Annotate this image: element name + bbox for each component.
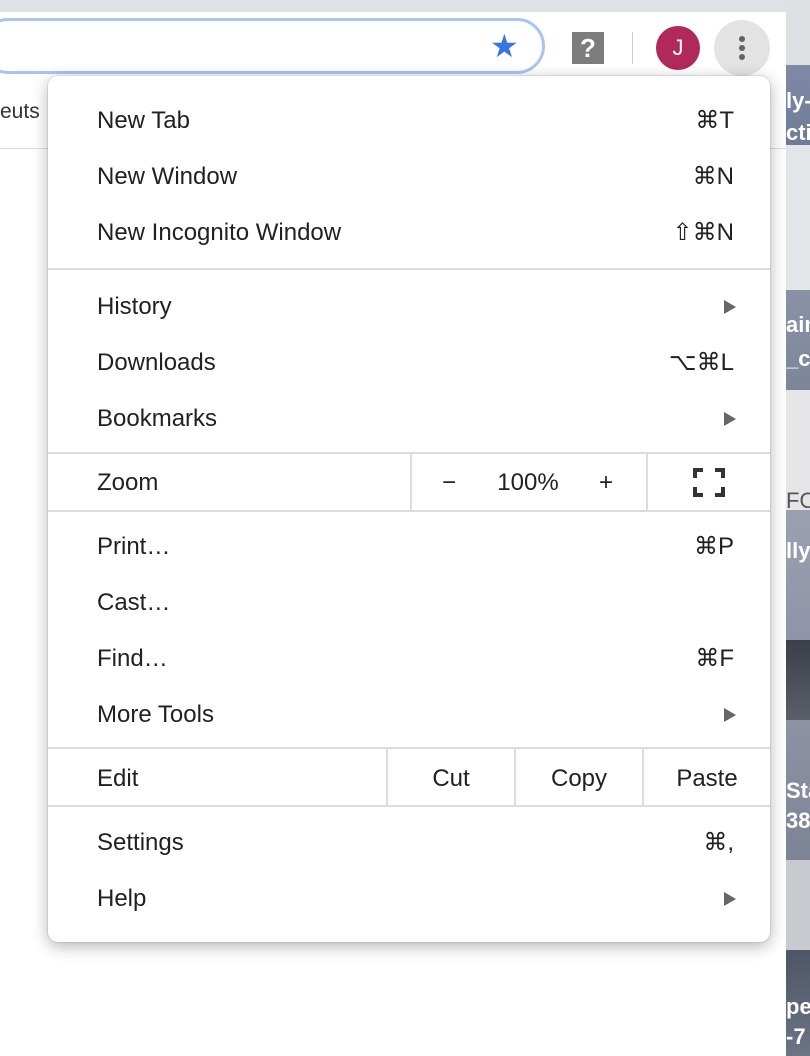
item-label: Downloads <box>97 349 216 376</box>
desktop-label: Sta <box>786 778 810 803</box>
item-label: Find… <box>97 645 168 672</box>
shortcut: ⌘P <box>693 533 734 560</box>
shortcut: ⌘T <box>695 107 734 134</box>
item-label: Bookmarks <box>97 405 218 432</box>
submenu-arrow-icon <box>724 708 736 722</box>
menu-item-new-window[interactable]: New Window ⌘N <box>48 149 770 205</box>
menu-item-settings[interactable]: Settings ⌘, <box>48 815 770 871</box>
menu-item-history[interactable]: History <box>48 279 770 335</box>
profile-avatar[interactable]: J <box>656 26 700 70</box>
menu-item-find[interactable]: Find… ⌘F <box>48 631 770 687</box>
item-label: New Incognito Window <box>97 219 342 246</box>
menu-item-print[interactable]: Print… ⌘P <box>48 519 770 575</box>
shortcut: ⇧⌘N <box>672 219 734 246</box>
divider <box>48 268 770 270</box>
paste-button[interactable]: Paste <box>644 751 770 807</box>
divider <box>48 747 770 749</box>
menu-item-new-tab[interactable]: New Tab ⌘T <box>48 93 770 149</box>
zoom-out-button[interactable]: − <box>428 455 470 511</box>
menu-item-downloads[interactable]: Downloads ⌥⌘L <box>48 335 770 391</box>
help-extension-icon[interactable]: ? <box>572 32 604 64</box>
menu-dot-icon <box>739 36 745 42</box>
menu-item-new-incognito-window[interactable]: New Incognito Window ⇧⌘N <box>48 205 770 261</box>
menu-dot-icon <box>739 45 745 51</box>
desktop-label: pe <box>786 994 810 1019</box>
menu-item-bookmarks[interactable]: Bookmarks <box>48 391 770 447</box>
item-label: Settings <box>97 829 184 856</box>
desktop-label: cti <box>786 120 810 145</box>
desktop-label: FO <box>786 488 810 513</box>
toolbar-divider <box>632 32 633 64</box>
submenu-arrow-icon <box>724 300 736 314</box>
item-label: Print… <box>97 533 171 560</box>
bookmark-star-icon[interactable]: ★ <box>490 30 519 62</box>
desktop-label: ain <box>786 312 810 337</box>
desktop-label: 38 <box>786 808 810 833</box>
cut-button[interactable]: Cut <box>388 751 514 807</box>
shortcut: ⌥⌘L <box>668 349 734 376</box>
submenu-arrow-icon <box>724 412 736 426</box>
item-label: New Tab <box>97 107 190 134</box>
menu-item-more-tools[interactable]: More Tools <box>48 687 770 743</box>
menu-item-cast[interactable]: Cast… <box>48 575 770 631</box>
desktop-label: ly- <box>786 88 810 113</box>
chrome-main-menu: New Tab ⌘T New Window ⌘N New Incognito Win… <box>48 76 770 942</box>
item-label: History <box>97 293 172 320</box>
bookmark-item[interactable]: euts <box>0 100 40 124</box>
address-bar[interactable] <box>0 18 545 74</box>
item-label: Cast… <box>97 589 171 616</box>
shortcut: ⌘F <box>695 645 734 672</box>
item-label: More Tools <box>97 701 214 728</box>
desktop-label: lly <box>786 538 810 563</box>
desktop-label: -7 <box>786 1024 806 1049</box>
edit-label: Edit <box>97 765 139 792</box>
fullscreen-button[interactable] <box>648 454 770 511</box>
shortcut: ⌘N <box>692 163 734 190</box>
zoom-label: Zoom <box>97 469 159 496</box>
menu-item-help[interactable]: Help <box>48 871 770 927</box>
fullscreen-icon <box>693 468 725 497</box>
tab-strip <box>0 0 786 12</box>
desktop-background: ly- cti ain _c FO lly Sta 38 pe -7 <box>786 0 810 1056</box>
item-label: New Window <box>97 163 238 190</box>
copy-button[interactable]: Copy <box>516 751 642 807</box>
zoom-level: 100% <box>497 469 559 496</box>
divider <box>48 510 770 512</box>
zoom-in-button[interactable]: + <box>586 455 626 511</box>
menu-dot-icon <box>739 54 745 60</box>
submenu-arrow-icon <box>724 892 736 906</box>
item-label: Help <box>97 885 147 912</box>
divider <box>410 454 412 511</box>
chrome-menu-button[interactable] <box>714 20 770 76</box>
desktop-label: _c <box>786 346 810 371</box>
shortcut: ⌘, <box>703 829 734 856</box>
divider <box>48 805 770 807</box>
